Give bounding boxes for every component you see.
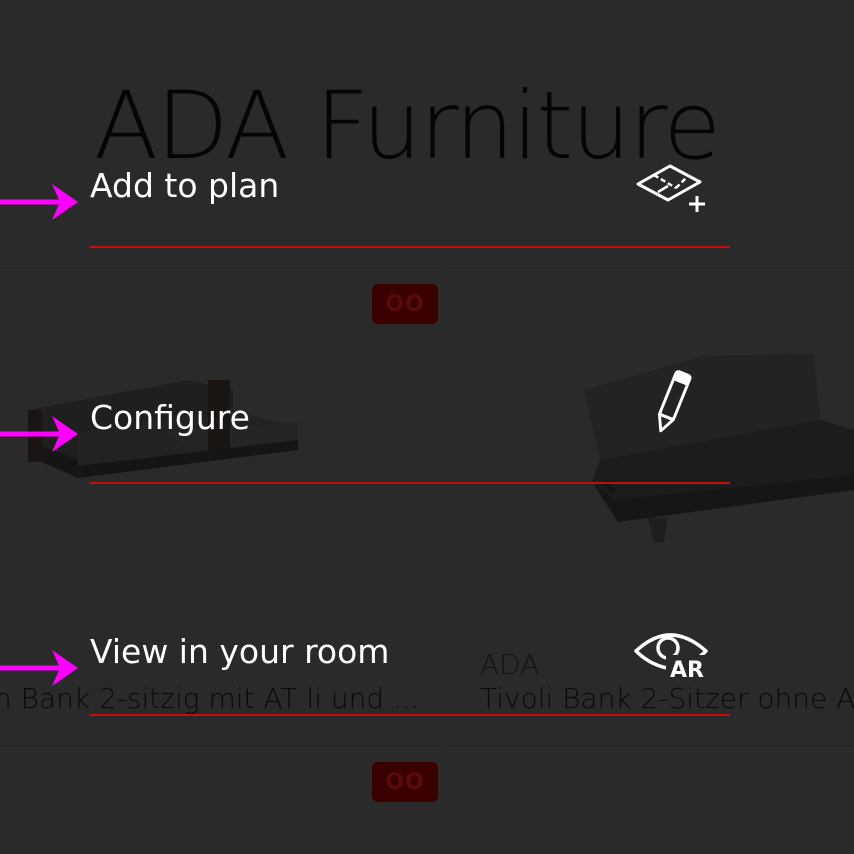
menu-divider [90, 246, 730, 248]
product-badge: OO [372, 762, 438, 802]
menu-item-add-to-plan[interactable]: Add to plan [0, 164, 854, 248]
menu-item-label: Add to plan [90, 166, 280, 205]
brand-title: ADA Furniture [94, 72, 721, 181]
eye-ar-icon: AR [634, 633, 708, 683]
svg-text:AR: AR [670, 658, 704, 683]
menu-divider [90, 482, 730, 484]
floor-plan-add-icon [636, 164, 705, 212]
menu-divider [90, 714, 730, 716]
pointer-arrow-icon [0, 184, 78, 220]
menu-item-view-in-room[interactable]: View in your room AR [0, 632, 854, 716]
menu-item-configure[interactable]: Configure [0, 370, 854, 484]
menu-item-label: Configure [90, 398, 250, 437]
grid-divider [0, 746, 854, 747]
pointer-arrow-icon [0, 650, 78, 686]
pencil-icon [657, 370, 692, 433]
pointer-arrow-icon [0, 416, 78, 452]
grid-divider [446, 268, 447, 854]
grid-divider [0, 268, 854, 269]
menu-item-label: View in your room [90, 632, 390, 671]
product-badge: OO [372, 284, 438, 324]
